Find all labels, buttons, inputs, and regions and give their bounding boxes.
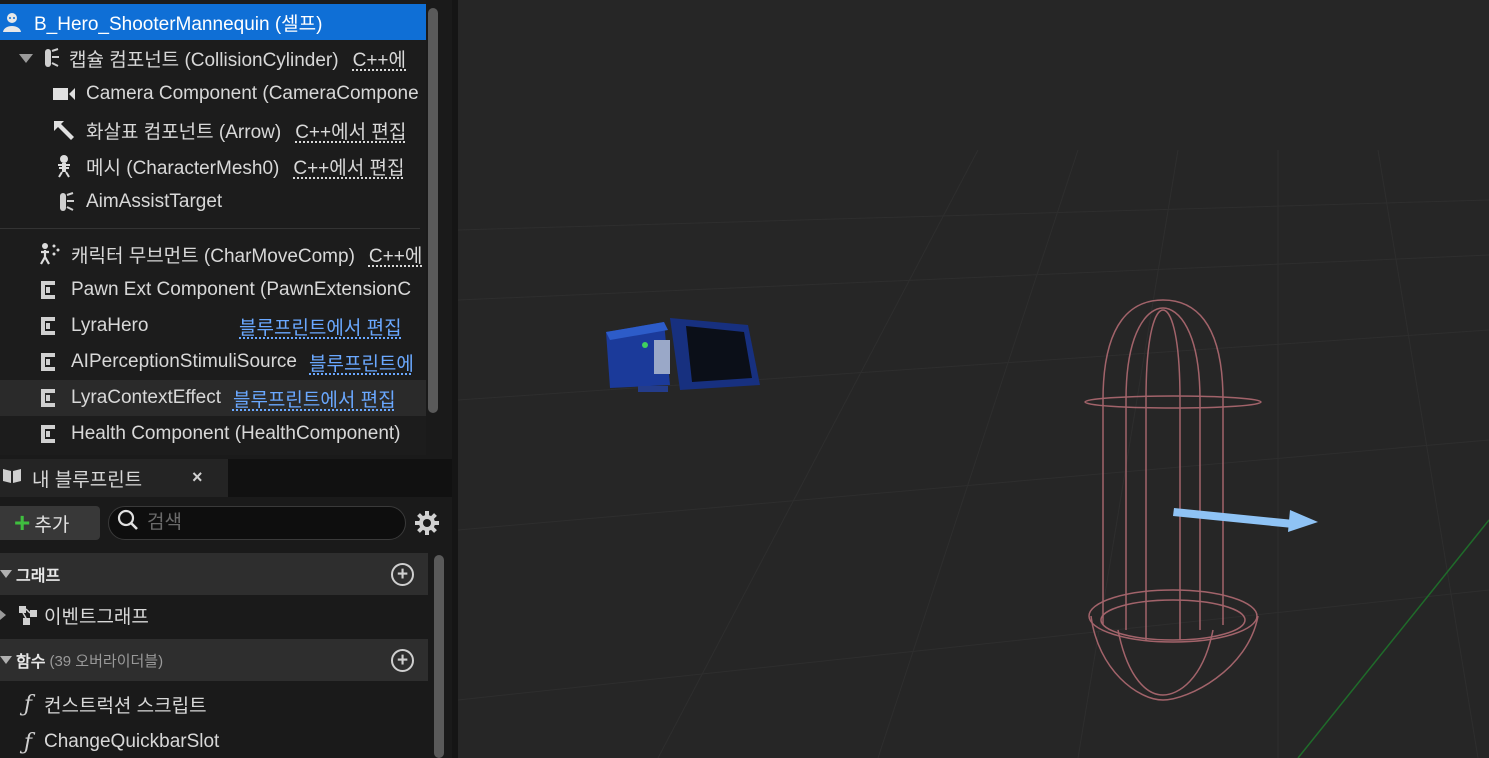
viewport[interactable] xyxy=(458,0,1489,758)
component-class-icon xyxy=(37,278,61,302)
component-name: 메시 (CharacterMesh0) xyxy=(86,157,280,179)
tab-my-blueprint[interactable]: 내 블루프린트 × xyxy=(0,459,228,497)
section-functions[interactable]: 함수 (39 오버라이더블) + xyxy=(0,639,428,681)
component-class-icon xyxy=(37,314,61,338)
edit-in-blueprint-link[interactable]: 블루프린트에서 편집 xyxy=(233,385,396,412)
my-blueprint-tabbar: 내 블루프린트 × xyxy=(0,459,452,497)
component-row-lyra-hero[interactable]: LyraHero 블루프린트에서 편집 xyxy=(0,308,426,344)
add-button-label: 추가 xyxy=(34,514,70,536)
arrow-icon xyxy=(52,118,76,142)
list-item-change-quickbar-slot[interactable]: ƒ ChangeQuickbarSlot xyxy=(0,723,428,758)
construction-function-icon: ƒ xyxy=(23,691,33,717)
component-class-icon xyxy=(37,386,61,410)
my-blueprint-toolbar: + 추가 xyxy=(0,497,452,551)
component-name: Health Component (HealthComponent) xyxy=(71,423,401,444)
component-row-camera[interactable]: Camera Component (CameraCompone xyxy=(0,76,426,112)
components-tree: B_Hero_ShooterMannequin (셀프) 캡슐 컴포넌트 (Co… xyxy=(0,0,426,455)
camera-mesh xyxy=(606,318,760,392)
component-name: 화살표 컴포넌트 (Arrow) xyxy=(86,121,282,143)
component-row-collision-cylinder[interactable]: 캡슐 컴포넌트 (CollisionCylinder) C++에 xyxy=(0,40,426,76)
edit-in-blueprint-link[interactable]: 블루프린트에서 편집 xyxy=(239,313,402,340)
component-name: Camera Component (CameraCompone xyxy=(86,83,419,104)
expand-triangle-icon[interactable] xyxy=(0,610,6,620)
left-panel: B_Hero_ShooterMannequin (셀프) 캡슐 컴포넌트 (Co… xyxy=(0,0,452,758)
component-row-char-move[interactable]: 캐릭터 무브먼트 (CharMoveComp) C++에 xyxy=(0,236,426,272)
collapse-triangle-icon[interactable] xyxy=(0,570,12,578)
add-button[interactable]: + 추가 xyxy=(0,506,100,540)
capsule-wireframe xyxy=(1084,299,1262,701)
component-name: 캡슐 컴포넌트 (CollisionCylinder) xyxy=(69,49,339,71)
capsule-icon xyxy=(37,46,61,70)
component-name: Pawn Ext Component (PawnExtensionC xyxy=(71,279,412,300)
component-row-health[interactable]: Health Component (HealthComponent) xyxy=(0,416,426,452)
person-icon xyxy=(0,10,24,34)
component-class-icon xyxy=(37,350,61,374)
component-name: B_Hero_ShooterMannequin (셀프) xyxy=(34,13,323,35)
edit-in-cpp-link[interactable]: C++에서 편집 xyxy=(293,153,404,180)
graph-name: 이벤트그래프 xyxy=(44,606,149,628)
floor-grid xyxy=(458,149,1489,758)
function-name: 컨스트럭션 스크립트 xyxy=(44,695,207,717)
component-row-ai-perception[interactable]: AIPerceptionStimuliSource 블루프린트에 xyxy=(0,344,426,380)
list-item-event-graph[interactable]: 이벤트그래프 xyxy=(0,596,428,634)
collapse-triangle-icon[interactable] xyxy=(0,656,12,664)
component-name: AimAssistTarget xyxy=(86,191,223,212)
component-row-arrow[interactable]: 화살표 컴포넌트 (Arrow) C++에서 편집 xyxy=(0,112,426,148)
component-row-mesh[interactable]: 메시 (CharacterMesh0) C++에서 편집 xyxy=(0,148,426,184)
add-graph-button[interactable]: + xyxy=(391,563,414,586)
edit-in-blueprint-link[interactable]: 블루프린트에 xyxy=(309,349,414,376)
edit-in-cpp-link[interactable]: C++에서 편집 xyxy=(295,117,406,144)
search-box[interactable] xyxy=(108,506,406,540)
movement-icon xyxy=(37,242,61,266)
close-tab-button[interactable]: × xyxy=(192,467,203,488)
gear-icon[interactable] xyxy=(414,510,440,536)
component-class-icon xyxy=(37,422,61,446)
edit-in-cpp-link[interactable]: C++에 xyxy=(353,45,406,72)
component-name: AIPerceptionStimuliSource xyxy=(71,351,297,372)
edit-in-cpp-link[interactable]: C++에 xyxy=(369,241,422,268)
search-input[interactable] xyxy=(147,512,377,534)
component-name: LyraHero xyxy=(71,315,149,336)
component-row-context-effect[interactable]: LyraContextEffect 블루프린트에서 편집 xyxy=(0,380,426,416)
components-scrollbar[interactable] xyxy=(428,8,438,413)
search-icon xyxy=(117,509,139,537)
blueprint-list-scrollbar[interactable] xyxy=(434,555,444,758)
viewport-scene xyxy=(458,149,1489,758)
camera-icon xyxy=(52,82,76,106)
book-icon xyxy=(2,466,22,490)
capsule-icon xyxy=(52,190,76,214)
my-blueprint-list: 그래프 + 이벤트그래프 함수 (39 오버라이더블) + ƒ 컨스트럭션 스크… xyxy=(0,551,428,758)
function-name: ChangeQuickbarSlot xyxy=(44,731,220,752)
tab-label: 내 블루프린트 xyxy=(32,469,143,491)
graph-icon xyxy=(16,603,40,627)
arrow-component xyxy=(1173,508,1318,532)
component-row-pawn-ext[interactable]: Pawn Ext Component (PawnExtensionC xyxy=(0,272,426,308)
section-title: 그래프 xyxy=(16,568,61,585)
section-title: 함수 xyxy=(16,654,46,671)
skeleton-icon xyxy=(52,154,76,178)
component-name: 캐릭터 무브먼트 (CharMoveComp) xyxy=(71,245,355,267)
y-axis-line xyxy=(1297,519,1489,758)
list-item-construction-script[interactable]: ƒ 컨스트럭션 스크립트 xyxy=(0,685,428,723)
section-graph[interactable]: 그래프 + xyxy=(0,553,428,595)
separator xyxy=(0,228,420,229)
function-icon: ƒ xyxy=(23,729,33,755)
component-name: LyraContextEffect xyxy=(71,387,221,408)
component-row-self[interactable]: B_Hero_ShooterMannequin (셀프) xyxy=(0,4,426,40)
component-row-aim-assist[interactable]: AimAssistTarget xyxy=(0,184,426,220)
expand-triangle-icon[interactable] xyxy=(19,53,33,63)
plus-icon: + xyxy=(14,507,31,538)
add-function-button[interactable]: + xyxy=(391,649,414,672)
section-subtitle: (39 오버라이더블) xyxy=(49,652,164,670)
